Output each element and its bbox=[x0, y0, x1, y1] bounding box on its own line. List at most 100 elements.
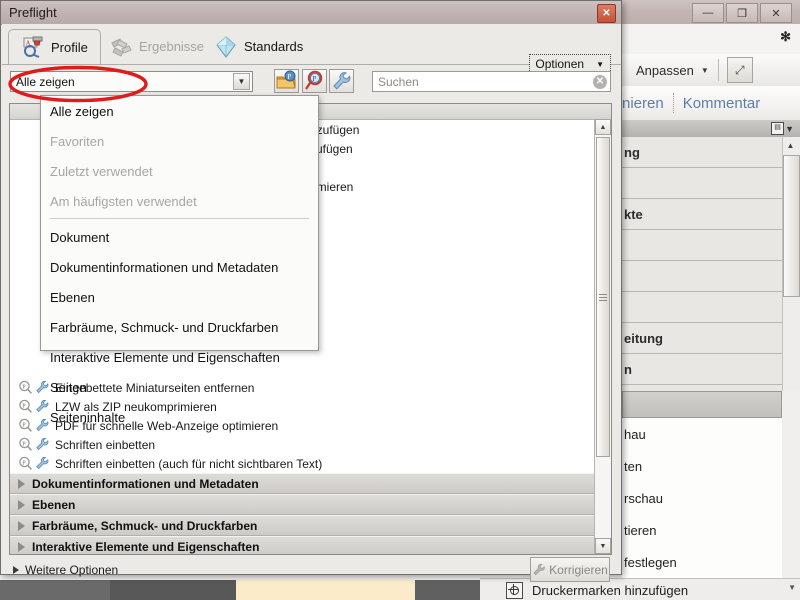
background-list-header: ▤ ▼ bbox=[622, 120, 800, 138]
dropdown-item-label: Farbräume, Schmuck- und Druckfarben bbox=[50, 320, 278, 335]
restore-button[interactable]: ❐ bbox=[726, 3, 758, 23]
background-menu-item[interactable]: rschau bbox=[622, 482, 782, 514]
background-row[interactable] bbox=[622, 230, 782, 261]
preflight-magnifier-icon: P bbox=[18, 380, 33, 395]
preflight-magnifier-icon: P bbox=[18, 399, 33, 414]
background-menu-item-label: tieren bbox=[624, 523, 657, 538]
dropdown-item[interactable]: Farbräume, Schmuck- und Druckfarben bbox=[41, 312, 318, 342]
dropdown-item[interactable]: Seiteninhalte bbox=[41, 402, 318, 432]
close-button[interactable]: ✕ bbox=[760, 3, 792, 23]
background-row[interactable] bbox=[622, 168, 782, 199]
tab-ergebnisse[interactable]: Ergebnisse bbox=[97, 29, 216, 64]
background-row[interactable]: eitung bbox=[622, 323, 782, 354]
dropdown-item[interactable]: Dokumentinformationen und Metadaten bbox=[41, 252, 318, 282]
search-input[interactable]: Suchen bbox=[378, 75, 419, 89]
minimize-button[interactable]: — bbox=[692, 3, 724, 23]
dropdown-item-disabled: Am häufigsten verwendet bbox=[41, 186, 318, 216]
expand-panel-button[interactable]: ⤢ bbox=[727, 57, 753, 83]
svg-text:P: P bbox=[22, 441, 26, 448]
background-menu-item[interactable]: hau bbox=[622, 418, 782, 450]
background-selected-row[interactable] bbox=[622, 391, 782, 418]
panel-close-icon[interactable]: ✻ bbox=[780, 29, 791, 45]
dropdown-item[interactable]: Alle zeigen bbox=[41, 96, 318, 126]
fixup-list-item-label: Schriften einbetten bbox=[55, 438, 155, 452]
background-menu-item[interactable]: ten bbox=[622, 450, 782, 482]
tab-standards-label: Standards bbox=[244, 39, 303, 54]
group-header-row[interactable]: Farbräume, Schmuck- und Druckfarben bbox=[10, 515, 611, 536]
background-panel-header-row bbox=[622, 24, 800, 55]
group-header-row[interactable]: Dokumentinformationen und Metadaten bbox=[10, 473, 611, 494]
triangle-right-icon bbox=[18, 479, 25, 489]
background-scrollbar-thumb[interactable] bbox=[783, 155, 800, 297]
dropdown-item-disabled: Zuletzt verwendet bbox=[41, 156, 318, 186]
background-menu-item[interactable]: tieren bbox=[622, 514, 782, 546]
dropdown-item[interactable]: Seiten bbox=[41, 372, 318, 402]
group-header-row[interactable]: Interaktive Elemente und Eigenschaften bbox=[10, 536, 611, 555]
scroll-up-icon[interactable]: ▲ bbox=[783, 138, 798, 153]
list-view-icon: ▤ bbox=[771, 122, 784, 135]
dropdown-separator bbox=[50, 218, 309, 219]
background-menu-item[interactable]: festlegen bbox=[622, 546, 782, 578]
window-controls: — ❐ ✕ bbox=[692, 3, 792, 23]
background-menu-list: hau tenrschau tieren festlegen bbox=[622, 418, 782, 586]
tab-ergebnisse-label: Ergebnisse bbox=[139, 39, 204, 54]
korrigieren-label: Korrigieren bbox=[549, 563, 608, 577]
search-box[interactable]: Suchen ✕ bbox=[372, 71, 611, 92]
triangle-right-icon bbox=[18, 542, 25, 552]
dropdown-item[interactable]: Ebenen bbox=[41, 282, 318, 312]
svg-text:P: P bbox=[312, 74, 316, 83]
standards-diamond-icon bbox=[214, 36, 238, 58]
anpassen-label[interactable]: Anpassen bbox=[636, 63, 694, 78]
background-menu-item-label: festlegen bbox=[624, 555, 677, 570]
scroll-down-icon[interactable]: ▼ bbox=[788, 583, 796, 592]
filter-dropdown-menu: Alle zeigen Favoriten Zuletzt verwendet Am… bbox=[40, 95, 319, 351]
dropdown-item-label: Seiten bbox=[50, 380, 87, 395]
fixup-list-item[interactable]: P Schriften einbetten bbox=[10, 435, 611, 454]
group-header-label: Interaktive Elemente und Eigenschaften bbox=[32, 540, 259, 554]
dropdown-item-disabled: Favoriten bbox=[41, 126, 318, 156]
tab-divider bbox=[673, 93, 674, 113]
chevron-down-icon[interactable]: ▼ bbox=[701, 66, 709, 75]
dialog-titlebar[interactable]: Preflight ✕ bbox=[1, 1, 621, 25]
dropdown-item[interactable]: Interaktive Elemente und Eigenschaften bbox=[41, 342, 318, 372]
bg-tab-organisieren[interactable]: nieren bbox=[622, 95, 664, 112]
list-view-options[interactable]: ▤ ▼ bbox=[771, 122, 794, 135]
dropdown-item-disabled-label: Favoriten bbox=[50, 134, 104, 149]
tab-standards[interactable]: Standards bbox=[202, 29, 315, 64]
fixup-list-item[interactable]: P Schriften einbetten (auch für nicht si… bbox=[10, 454, 611, 473]
group-header-row[interactable]: Ebenen bbox=[10, 494, 611, 515]
more-options-toggle[interactable]: Weitere Optionen bbox=[13, 563, 118, 577]
background-row[interactable] bbox=[622, 261, 782, 292]
filter-combobox[interactable]: Alle zeigen ▼ bbox=[10, 71, 253, 92]
group-header-label: Farbräume, Schmuck- und Druckfarben bbox=[32, 519, 257, 533]
group-header-label: Ebenen bbox=[32, 498, 75, 512]
clear-search-icon[interactable]: ✕ bbox=[593, 75, 607, 89]
background-row[interactable]: kte bbox=[622, 199, 782, 230]
background-row[interactable] bbox=[622, 292, 782, 323]
triangle-right-icon bbox=[18, 500, 25, 510]
background-row[interactable]: ng bbox=[622, 137, 782, 168]
list-scrollbar[interactable]: ▲ ▼ bbox=[594, 119, 611, 554]
list-scrollbar-thumb[interactable] bbox=[596, 137, 610, 457]
preflight-profile-icon: A bbox=[21, 36, 45, 58]
results-icon bbox=[109, 36, 133, 58]
svg-text:P: P bbox=[22, 460, 26, 467]
background-menu-item-label: hau bbox=[624, 427, 646, 442]
bg-tab-kommentar[interactable]: Kommentar bbox=[683, 95, 761, 112]
dropdown-item-label: Ebenen bbox=[50, 290, 95, 305]
background-row-label: kte bbox=[624, 207, 643, 222]
korrigieren-button[interactable]: Korrigieren bbox=[530, 557, 610, 582]
background-row[interactable]: n bbox=[622, 354, 782, 385]
triangle-right-icon bbox=[18, 521, 25, 531]
tab-profile[interactable]: A Profile bbox=[8, 29, 101, 64]
scrollbar-grip-icon bbox=[599, 292, 607, 303]
inspect-profile-icon[interactable]: P bbox=[302, 69, 327, 93]
new-profile-icon[interactable]: P bbox=[274, 69, 299, 93]
scroll-down-button[interactable]: ▼ bbox=[595, 538, 611, 554]
chevron-down-icon[interactable]: ▼ bbox=[233, 73, 250, 90]
wrench-settings-icon[interactable] bbox=[329, 69, 354, 93]
dropdown-item-disabled-label: Zuletzt verwendet bbox=[50, 164, 153, 179]
dropdown-item[interactable]: Dokument bbox=[41, 222, 318, 252]
dialog-close-button[interactable]: ✕ bbox=[597, 4, 616, 23]
scroll-up-button[interactable]: ▲ bbox=[595, 119, 611, 135]
